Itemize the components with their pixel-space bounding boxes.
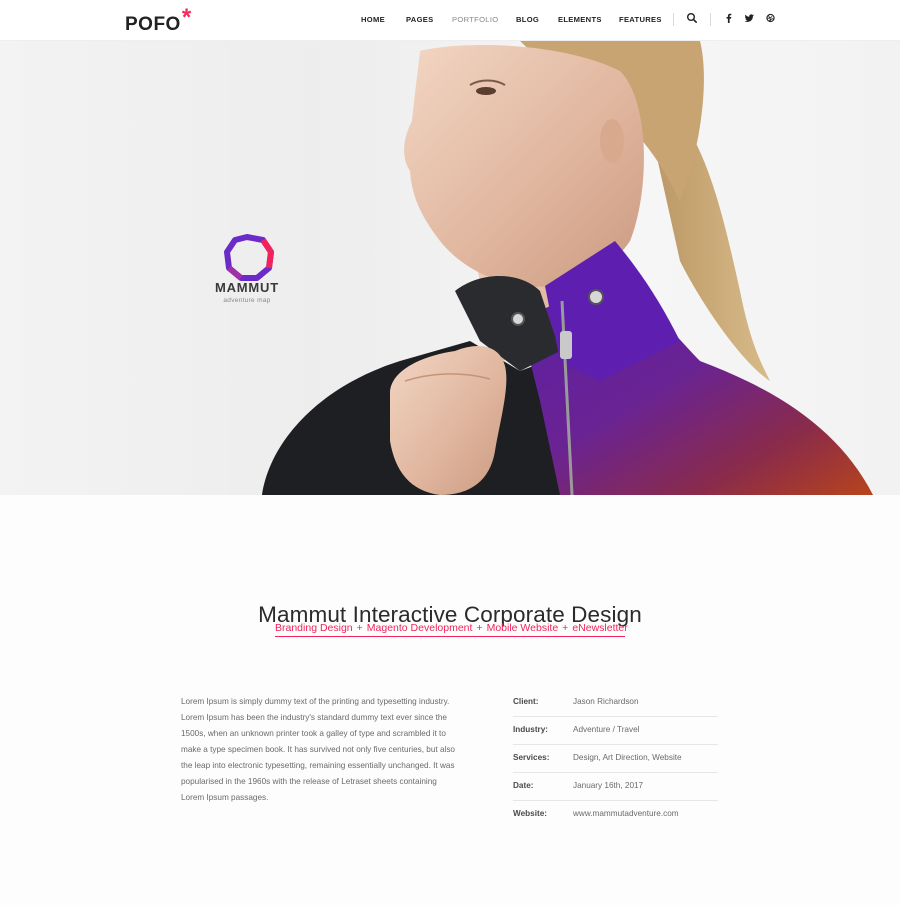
hero-image: MAMMUT adventure map: [0, 41, 900, 495]
tag-separator: +: [562, 622, 569, 634]
nav-divider: [710, 13, 711, 26]
search-icon[interactable]: [686, 12, 700, 26]
logo-asterisk: *: [181, 4, 192, 31]
detail-row-website: Website: www.mammutadventure.com: [513, 801, 718, 828]
site-logo[interactable]: POFO*: [125, 4, 192, 37]
detail-label: Website:: [513, 809, 547, 818]
tag-separator: +: [356, 622, 363, 634]
detail-row-client: Client: Jason Richardson: [513, 689, 718, 717]
project-description: Lorem Ipsum is simply dummy text of the …: [181, 697, 455, 802]
brand-name: MAMMUT: [214, 280, 279, 295]
logo-text: POFO: [125, 14, 181, 35]
project-details: Client: Jason Richardson Industry: Adven…: [513, 689, 718, 828]
project-tags: Branding Design + Magento Development + Mobi…: [275, 622, 628, 637]
nav-divider: [673, 13, 674, 26]
website-link[interactable]: www.mammutadventure.com: [573, 801, 679, 827]
nav-item-portfolio[interactable]: PORTFOLIO: [452, 15, 498, 24]
site-header: POFO* HOME PAGES PORTFOLIO BLOG ELEMENTS…: [0, 0, 900, 41]
nav-item-pages[interactable]: PAGES: [406, 15, 434, 24]
tag-separator: +: [476, 622, 483, 634]
detail-value: Jason Richardson: [573, 697, 639, 706]
tag-link[interactable]: eNewsletter: [572, 622, 627, 634]
detail-label: Client:: [513, 697, 539, 706]
nav-item-elements[interactable]: ELEMENTS: [558, 15, 602, 24]
facebook-icon[interactable]: [724, 12, 738, 26]
dribbble-icon[interactable]: [765, 12, 779, 26]
detail-value: Adventure / Travel: [573, 725, 640, 734]
detail-row-industry: Industry: Adventure / Travel: [513, 717, 718, 745]
detail-label: Services:: [513, 753, 550, 762]
detail-label: Date:: [513, 781, 534, 790]
brand-tagline: adventure map: [223, 297, 271, 304]
tag-link[interactable]: Magento Development: [367, 622, 473, 634]
tag-link[interactable]: Mobile Website: [487, 622, 559, 634]
nav-item-home[interactable]: HOME: [361, 15, 385, 24]
nav-item-features[interactable]: FEATURES: [619, 15, 662, 24]
detail-value: January 16th, 2017: [573, 781, 644, 790]
hero-photo-illustration: [262, 41, 873, 495]
detail-value: Design, Art Direction, Website: [573, 753, 682, 762]
detail-row-services: Services: Design, Art Direction, Website: [513, 745, 718, 773]
tag-link[interactable]: Branding Design: [275, 622, 353, 634]
detail-label: Industry:: [513, 725, 549, 734]
detail-row-date: Date: January 16th, 2017: [513, 773, 718, 801]
nav-item-blog[interactable]: BLOG: [516, 15, 539, 24]
twitter-icon[interactable]: [744, 12, 758, 26]
